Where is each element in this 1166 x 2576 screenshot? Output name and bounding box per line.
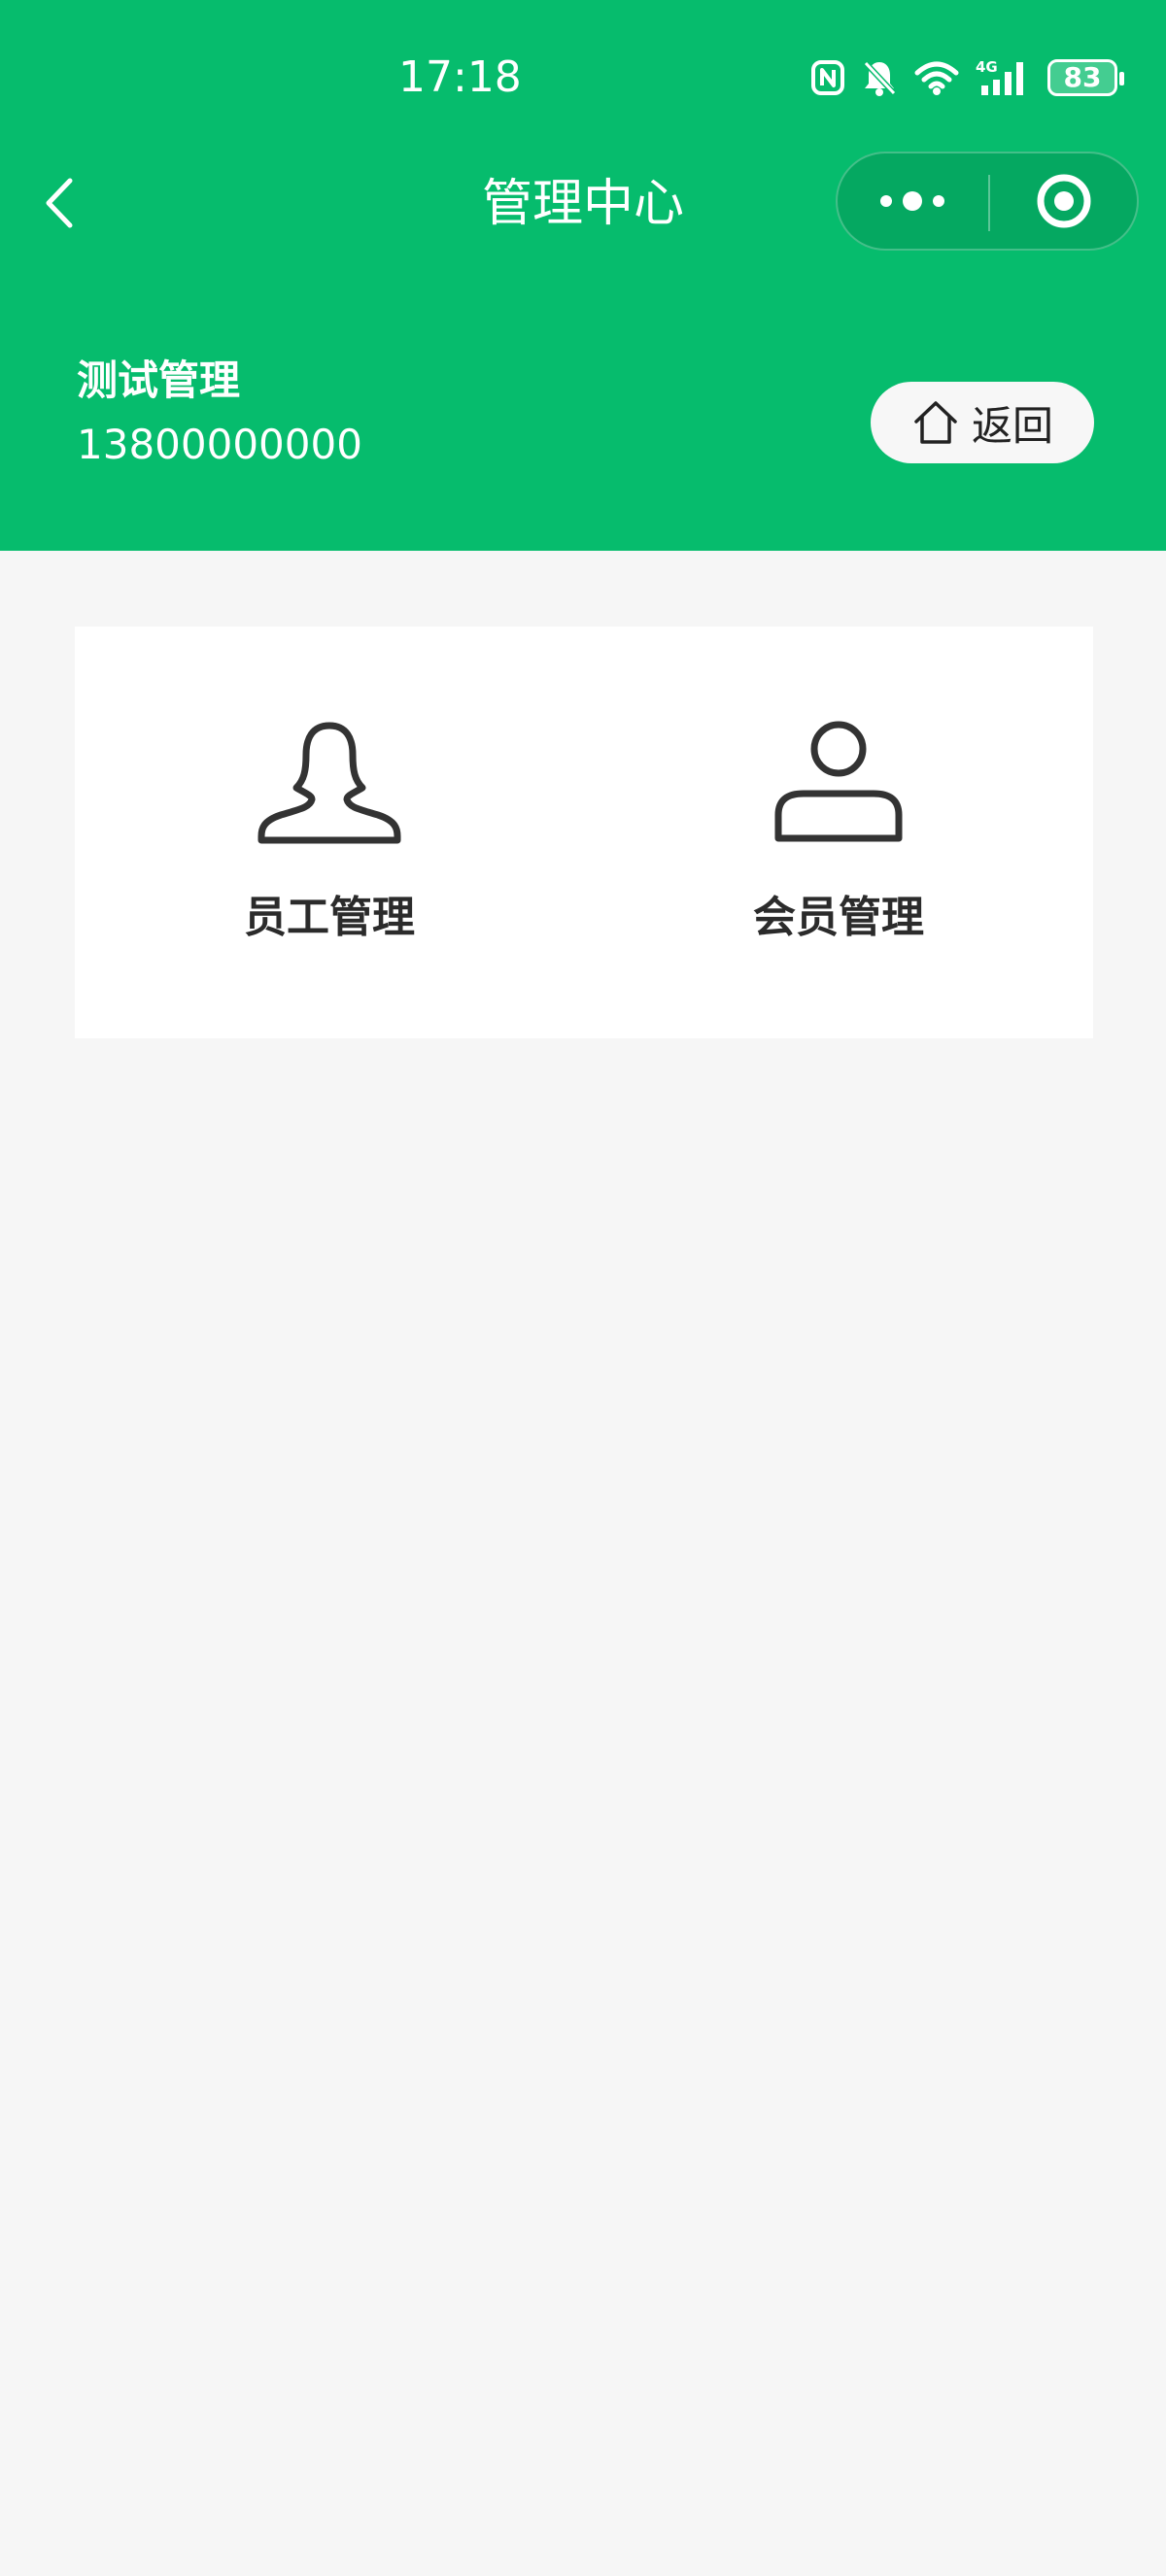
close-mini-program-button[interactable] [990,153,1141,249]
home-icon [914,401,957,444]
nfc-icon [811,60,844,95]
menu-item-staff-management[interactable]: 员工管理 [75,627,584,1038]
female-user-icon [257,722,401,844]
network-type-label: 4G [976,58,998,76]
return-label: 返回 [971,401,1053,450]
battery-indicator: 83 [1047,59,1124,96]
more-button[interactable] [838,153,988,249]
status-time: 17:18 [398,52,522,102]
more-dots-icon [880,191,944,211]
menu-label-staff: 员工管理 [244,893,415,942]
menu-item-member-management[interactable]: 会员管理 [584,627,1093,1038]
user-icon [774,721,903,842]
battery-level: 83 [1063,61,1102,93]
status-icons: 4G 83 [810,56,1124,99]
cellular-signal-icon: 4G [976,58,1023,95]
management-menu-card: 员工管理 会员管理 [75,627,1093,1038]
wifi-icon [914,61,959,95]
bell-off-icon [863,60,897,96]
status-bar: 17:18 4G 83 [0,0,1166,155]
return-home-button[interactable]: 返回 [871,382,1094,463]
target-circle-icon [1037,174,1091,228]
user-phone: 13800000000 [77,421,362,468]
menu-label-member: 会员管理 [753,893,924,942]
mini-program-capsule [836,152,1139,251]
user-name: 测试管理 [77,356,241,404]
header: 17:18 4G 83 管理中心 测试管理 13800000000 返回 [0,0,1166,551]
